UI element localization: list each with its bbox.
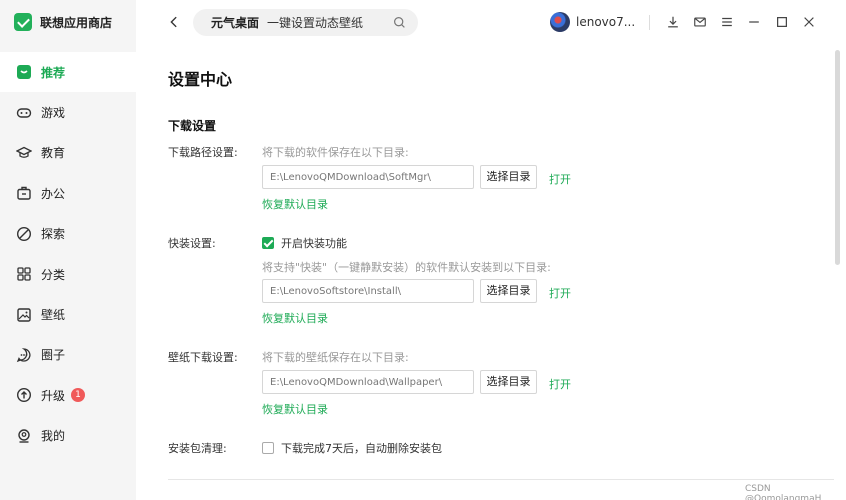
- section-title: 下载设置: [168, 119, 217, 133]
- sidebar-nav: 推荐 游戏 教育 办公 探索 分类 壁纸 圈子 升级 1 我的: [0, 52, 136, 456]
- search-keyword: 元气桌面: [211, 16, 260, 30]
- toolbar-divider: [649, 15, 650, 30]
- watermark: CSDN @QomolangmaH: [745, 484, 822, 500]
- settings-panel: 设置中心 下载设置 下载路径设置: 将下载的软件保存在以下目录: 选择目录 打开…: [136, 46, 834, 500]
- sidebar-item-label: 壁纸: [41, 308, 66, 323]
- scrollbar[interactable]: [835, 50, 840, 265]
- image-icon: [16, 307, 32, 323]
- maximize-icon: [777, 17, 787, 27]
- quick-install-restore-link[interactable]: 恢复默认目录: [262, 310, 328, 326]
- sidebar: 联想应用商店 推荐 游戏 教育 办公 探索 分类 壁纸 圈子 升级 1 我的: [0, 0, 136, 500]
- quick-install-label: 快装设置:: [168, 237, 216, 250]
- chevron-left-icon: [170, 16, 177, 28]
- chat-icon: [16, 347, 32, 363]
- sidebar-item-label: 教育: [41, 146, 66, 161]
- download-path-restore-link[interactable]: 恢复默认目录: [262, 196, 328, 212]
- close-icon: [804, 17, 814, 27]
- grid-icon: [16, 266, 32, 282]
- page-title: 设置中心: [168, 70, 233, 89]
- username: lenovo7...: [576, 15, 636, 29]
- user-account[interactable]: lenovo7...: [550, 12, 635, 32]
- sidebar-item-recommend[interactable]: 推荐: [0, 52, 136, 93]
- download-icon: [668, 16, 678, 28]
- sidebar-item-categories[interactable]: 分类: [0, 254, 136, 294]
- sidebar-item-explore[interactable]: 探索: [0, 214, 136, 254]
- topbar: 元气桌面 lenovo7...: [136, 0, 846, 46]
- user-icon: [16, 428, 32, 444]
- brand: 联想应用商店: [14, 12, 112, 32]
- quick-install-toggle[interactable]: 开启快装功能: [262, 235, 347, 251]
- recommend-icon: [16, 64, 32, 80]
- avatar: [550, 12, 570, 32]
- minimize-button[interactable]: [746, 14, 762, 30]
- wallpaper-choose-button[interactable]: 选择目录: [480, 370, 537, 394]
- minimize-icon: [749, 21, 759, 23]
- mail-icon: [694, 17, 706, 27]
- quick-install-open-link[interactable]: 打开: [549, 285, 571, 301]
- sidebar-item-mine[interactable]: 我的: [0, 416, 136, 456]
- gamepad-icon: [16, 105, 32, 121]
- sidebar-item-label: 分类: [41, 267, 66, 282]
- sidebar-item-circle[interactable]: 圈子: [0, 335, 136, 375]
- search-icon[interactable]: [393, 16, 406, 29]
- download-manager-button[interactable]: [665, 14, 681, 30]
- close-button[interactable]: [801, 14, 817, 30]
- messages-button[interactable]: [692, 14, 708, 30]
- upgrade-count-badge: 1: [71, 388, 86, 403]
- sidebar-item-games[interactable]: 游戏: [0, 92, 136, 132]
- quick-install-checkbox-label: 开启快装功能: [281, 237, 347, 250]
- download-path-label: 下载路径设置:: [168, 146, 238, 159]
- cleanup-label: 安装包清理:: [168, 442, 227, 455]
- sidebar-item-label: 升级: [41, 388, 66, 403]
- sidebar-item-label: 我的: [41, 429, 66, 444]
- upgrade-icon: [16, 387, 32, 403]
- compass-icon: [16, 226, 32, 242]
- sidebar-item-wallpaper[interactable]: 壁纸: [0, 294, 136, 334]
- sidebar-item-label: 探索: [41, 227, 66, 242]
- sidebar-item-label: 办公: [41, 186, 66, 201]
- download-path-input[interactable]: [262, 165, 474, 189]
- quick-install-choose-button[interactable]: 选择目录: [480, 279, 537, 303]
- app-name: 联想应用商店: [40, 15, 113, 30]
- sidebar-item-label: 推荐: [41, 65, 66, 80]
- wallpaper-restore-link[interactable]: 恢复默认目录: [262, 401, 328, 417]
- divider: [168, 479, 834, 480]
- sidebar-item-education[interactable]: 教育: [0, 133, 136, 173]
- sidebar-item-office[interactable]: 办公: [0, 173, 136, 213]
- wallpaper-open-link[interactable]: 打开: [549, 376, 571, 392]
- wallpaper-path-hint: 将下载的壁纸保存在以下目录:: [262, 351, 409, 364]
- wallpaper-path-label: 壁纸下载设置:: [168, 351, 238, 364]
- sidebar-item-label: 游戏: [41, 106, 66, 121]
- menu-button[interactable]: [719, 14, 735, 30]
- cleanup-checkbox-label: 下载完成7天后，自动删除安装包: [281, 442, 442, 455]
- quick-install-checkbox[interactable]: [262, 237, 274, 249]
- wallpaper-path-input[interactable]: [262, 370, 474, 394]
- download-path-choose-button[interactable]: 选择目录: [480, 165, 537, 189]
- sidebar-item-upgrade[interactable]: 升级 1: [0, 375, 136, 415]
- maximize-button[interactable]: [774, 14, 790, 30]
- back-button[interactable]: [166, 14, 182, 30]
- download-path-hint: 将下载的软件保存在以下目录:: [262, 146, 409, 159]
- app-logo-icon: [14, 13, 32, 31]
- quick-install-path-input[interactable]: [262, 279, 474, 303]
- search-input[interactable]: [267, 15, 388, 30]
- search-box[interactable]: 元气桌面: [193, 9, 418, 36]
- menu-icon: [722, 17, 732, 27]
- cleanup-toggle[interactable]: 下载完成7天后，自动删除安装包: [262, 440, 442, 456]
- cleanup-checkbox[interactable]: [262, 442, 274, 454]
- download-path-open-link[interactable]: 打开: [549, 171, 571, 187]
- sidebar-item-label: 圈子: [41, 348, 66, 363]
- quick-install-hint: 将支持"快装"（一键静默安装）的软件默认安装到以下目录:: [262, 261, 551, 274]
- graduation-cap-icon: [16, 145, 32, 161]
- briefcase-icon: [16, 185, 32, 201]
